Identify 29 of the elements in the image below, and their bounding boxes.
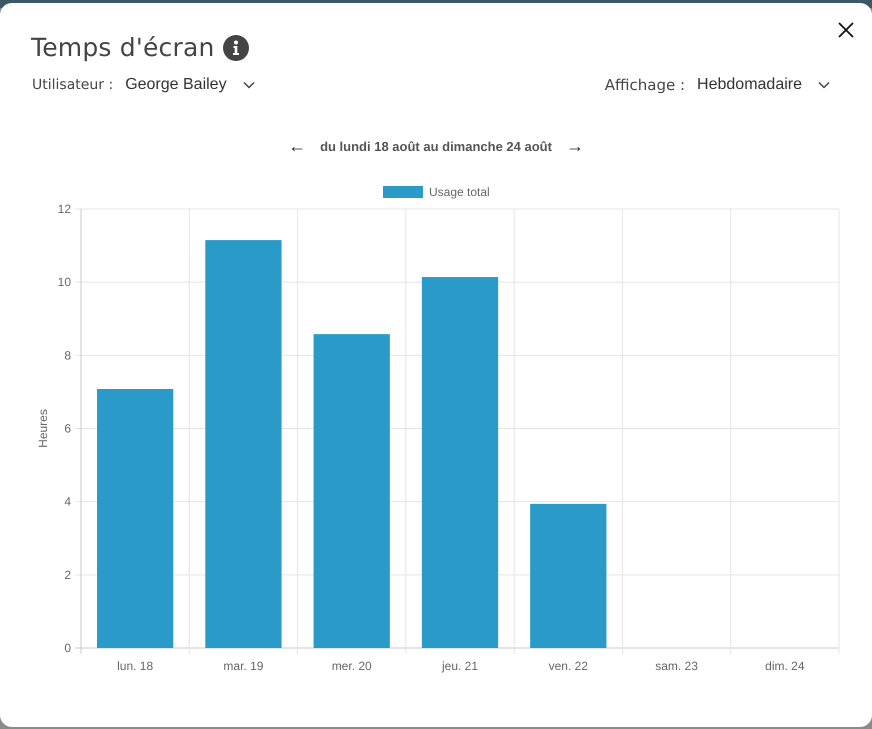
axis-tick-label: 0: [64, 641, 71, 655]
axis-tick-label: mar. 19: [223, 659, 264, 673]
chevron-down-icon: [818, 81, 830, 89]
date-range: du lundi 18 août au dimanche 24 août: [320, 139, 552, 154]
axis-tick-label: ven. 22: [548, 659, 588, 673]
axis-tick-label: jeu. 21: [442, 659, 478, 673]
filter-label: Utilisateur :: [32, 77, 114, 93]
axis-tick-label: 12: [58, 202, 71, 216]
dropdown[interactable]: George Bailey: [125, 76, 255, 94]
legend-label: Usage total: [429, 185, 490, 199]
close-icon[interactable]: [838, 22, 854, 38]
axis-tick-label: sam. 23: [655, 659, 698, 673]
legend-swatch: [383, 186, 423, 198]
axis-tick-label: mer. 20: [332, 659, 372, 673]
axis-tick-label: 10: [58, 275, 71, 290]
axis-tick-label: lun. 18: [117, 659, 154, 673]
axis-title: Heures: [36, 409, 50, 448]
previous-button[interactable]: ←: [288, 136, 306, 157]
dropdown[interactable]: Hebdomadaire: [697, 76, 830, 94]
axis-tick-label: dim. 24: [765, 659, 805, 673]
axis-tick-label: 2: [64, 568, 71, 582]
dialog-title: Temps d'écran: [31, 33, 215, 62]
filter-label: Affichage :: [604, 76, 686, 94]
chevron-down-icon: [242, 81, 255, 89]
info-icon[interactable]: [222, 34, 249, 60]
axis-tick-label: 4: [64, 494, 71, 509]
next-button[interactable]: →: [566, 136, 584, 157]
axis-tick-label: 8: [64, 348, 71, 362]
axis-tick-label: 6: [64, 422, 71, 436]
